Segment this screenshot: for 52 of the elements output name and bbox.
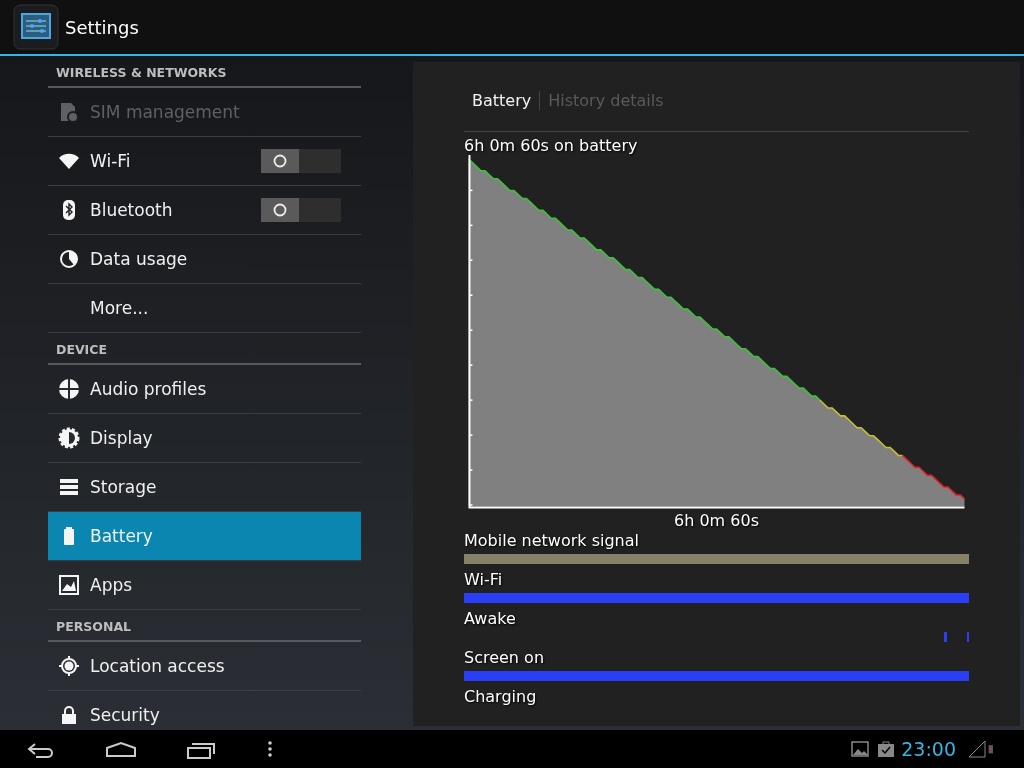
settings-item[interactable]: Location access [48,642,361,691]
settings-item[interactable]: Data usage [48,235,361,284]
settings-item[interactable]: Wi-Fi [48,137,361,186]
settings-item[interactable]: More... [48,284,361,333]
apps-icon [58,574,80,596]
settings-item[interactable]: Apps [48,561,361,610]
timeline-label: Wi-Fi [464,570,504,589]
image-icon [851,740,870,758]
item-label: Wi-Fi [90,151,132,171]
item-label: Security [90,705,161,725]
item-label: More... [90,298,150,318]
toggle-switch[interactable] [261,198,341,222]
brightness-icon [58,427,80,449]
graph-duration: 6h 0m 60s [674,511,759,531]
location-target-icon [58,655,80,677]
pie-chart-icon [58,248,80,270]
item-label: Apps [90,575,134,595]
timeline-label: Screen on [464,648,546,667]
timeline-label: Awake [464,609,517,628]
menu-icon[interactable] [266,738,274,760]
timeline-label: Mobile network signal [464,531,640,550]
timeline-tick [944,632,947,642]
app-title: Settings [65,16,139,38]
section-header: PERSONAL [48,610,361,642]
item-label: Location access [90,656,226,676]
item-label: Bluetooth [90,200,174,220]
circle-icon [273,203,287,217]
settings-item[interactable]: Bluetooth [48,186,361,235]
signal-icon [968,740,986,758]
item-label: Storage [90,477,158,497]
item-label: Data usage [90,249,189,269]
shopping-bag-icon [877,740,896,758]
sim-card-icon [58,101,80,123]
settings-app-icon[interactable] [13,4,59,50]
section-header: DEVICE [48,333,361,365]
item-label: Display [90,428,154,448]
audio-profiles-icon [58,378,80,400]
item-label: Audio profiles [90,379,208,399]
timeline-tick [967,632,969,642]
settings-item[interactable]: Battery [48,512,361,561]
settings-item[interactable]: Audio profiles [48,365,361,414]
tab[interactable]: Battery [472,91,540,111]
graph-title: 6h 0m 60s on battery [464,136,639,156]
timeline-label: Charging [464,687,538,706]
section-header: WIRELESS & NETWORKS [48,56,361,88]
settings-item[interactable]: Display [48,414,361,463]
toggle-switch[interactable] [261,149,341,173]
circle-icon [273,154,287,168]
storage-icon [58,476,80,498]
clock-time: 23:00 [901,738,956,760]
item-label: Battery [90,526,154,546]
item-label: SIM management [90,102,241,122]
